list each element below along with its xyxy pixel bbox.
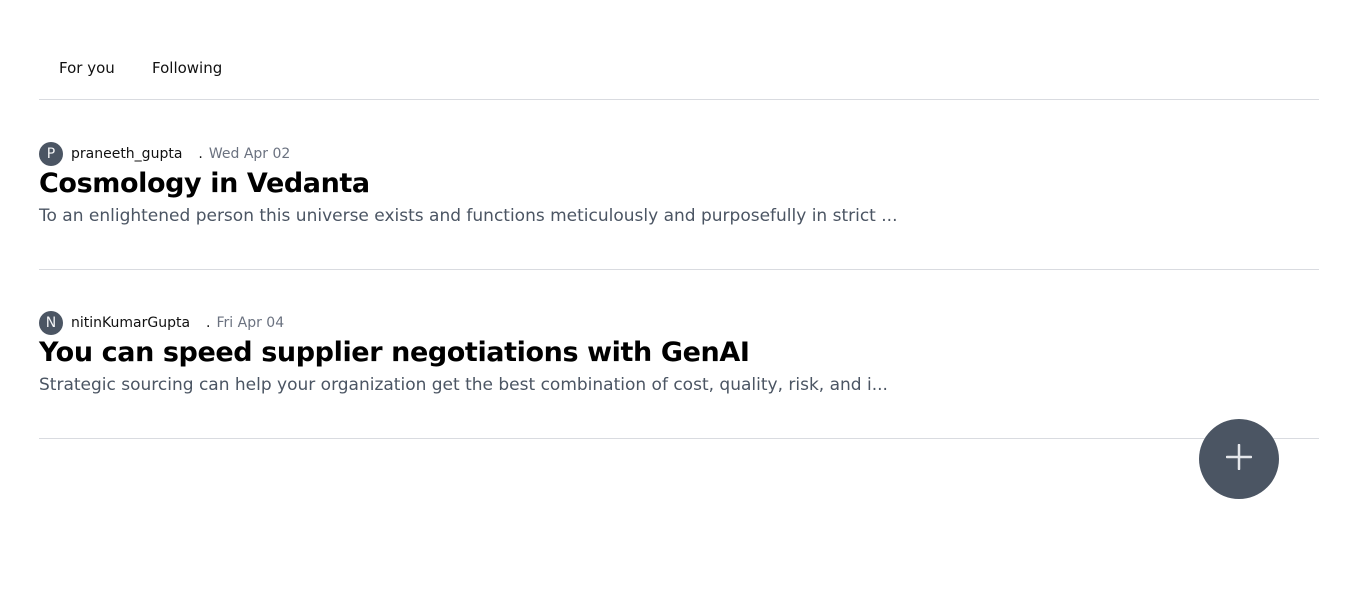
post-meta: N nitinKumarGupta . Fri Apr 04 (39, 311, 284, 335)
avatar[interactable]: N (39, 311, 63, 335)
meta-separator: . (198, 146, 203, 162)
new-post-button[interactable] (1199, 419, 1279, 499)
post-excerpt: To an enlightened person this universe e… (39, 206, 898, 226)
post-meta: P praneeth_gupta . Wed Apr 02 (39, 142, 290, 166)
feed-page: For you Following P praneeth_gupta . Wed… (0, 0, 1356, 593)
post-date: Fri Apr 04 (216, 315, 285, 331)
plus-icon (1225, 443, 1253, 474)
meta-separator: . (206, 315, 211, 331)
post-title[interactable]: Cosmology in Vedanta (39, 165, 370, 203)
author-name[interactable]: nitinKumarGupta (71, 315, 190, 331)
post-date: Wed Apr 02 (208, 146, 291, 162)
post-title[interactable]: You can speed supplier negotiations with… (39, 334, 750, 372)
tab-following[interactable]: Following (152, 59, 222, 78)
author-name[interactable]: praneeth_gupta (71, 146, 182, 162)
tab-for-you[interactable]: For you (59, 59, 115, 78)
post-excerpt: Strategic sourcing can help your organiz… (39, 375, 888, 395)
post-card[interactable]: N nitinKumarGupta . Fri Apr 04 You can s… (39, 270, 1319, 439)
post-card[interactable]: P praneeth_gupta . Wed Apr 02 Cosmology … (39, 101, 1319, 270)
avatar[interactable]: P (39, 142, 63, 166)
feed-tabs: For you Following (39, 0, 1319, 100)
